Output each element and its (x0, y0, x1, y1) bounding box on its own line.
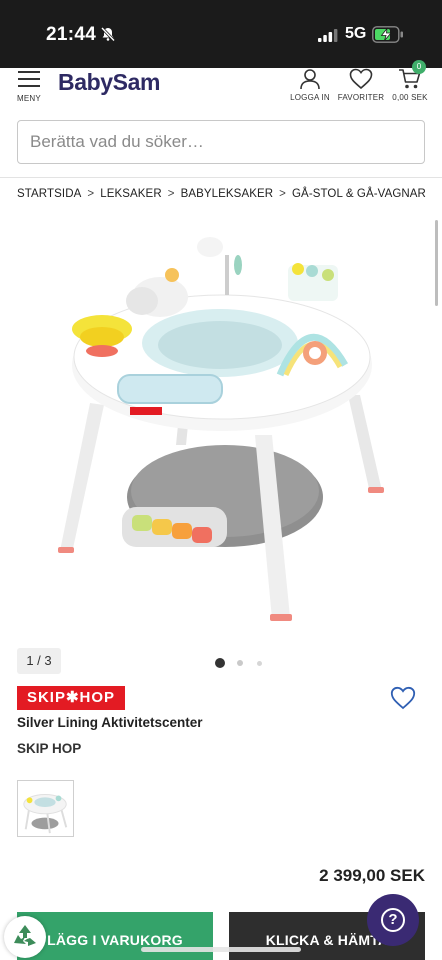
heart-icon (349, 68, 373, 90)
login-button[interactable]: LOGGA IN (289, 68, 331, 102)
breadcrumb-item-home[interactable]: STARTSIDA (17, 188, 81, 200)
skip-hop-brand-logo[interactable]: SKIP✱HOP (17, 686, 125, 710)
header-divider (0, 177, 442, 178)
add-to-cart-button[interactable]: LÄGG I VARUKORG (17, 912, 213, 960)
search-box[interactable] (17, 120, 425, 164)
menu-label: MENY (17, 94, 41, 103)
breadcrumb-separator: > (167, 188, 175, 200)
home-indicator (141, 947, 301, 952)
cart-total: 0,00 SEK (392, 93, 428, 102)
breadcrumb-item-baby-toys[interactable]: BABYLEKSAKER (181, 188, 274, 200)
breadcrumb-separator: > (87, 188, 95, 200)
network-type: 5G (345, 25, 367, 42)
favorites-label: FAVORITER (337, 93, 385, 102)
product-brand[interactable]: SKIP HOP (17, 741, 81, 756)
gallery-dot[interactable] (237, 660, 243, 666)
product-title: Silver Lining Aktivitetscenter (17, 715, 203, 730)
cart-button[interactable]: 0 0,00 SEK (390, 60, 430, 102)
product-image[interactable] (50, 225, 400, 635)
search-input[interactable] (18, 121, 424, 163)
cart-count-badge: 0 (412, 60, 426, 74)
breadcrumb-item-toys[interactable]: LEKSAKER (100, 188, 162, 200)
breadcrumb-separator: > (279, 188, 286, 200)
help-button[interactable]: ? (367, 894, 419, 946)
site-header: MENY BabySam LOGGA IN FAVORITER 0 0,00 S… (0, 60, 442, 112)
add-to-favorites-heart-icon[interactable] (390, 686, 416, 710)
menu-button[interactable]: MENY (16, 68, 46, 108)
page-scrollbar[interactable] (435, 220, 438, 306)
product-thumbnail[interactable] (17, 780, 74, 837)
product-price: 2 399,00 SEK (319, 866, 425, 885)
status-bar: 21:44 5G (0, 0, 442, 68)
babysam-logo[interactable]: BabySam (58, 69, 160, 96)
favorites-button[interactable]: FAVORITER (337, 68, 385, 102)
hamburger-icon (18, 71, 40, 87)
login-label: LOGGA IN (290, 93, 330, 102)
recycle-icon[interactable] (4, 916, 46, 958)
gallery-counter: 1 / 3 (17, 648, 61, 674)
status-time: 21:44 (46, 24, 97, 45)
muted-bell-icon (100, 26, 116, 42)
breadcrumb-item-walkers[interactable]: GÅ-STOL & GÅ-VAGNAR (292, 188, 426, 200)
battery-charging-icon (372, 26, 403, 43)
question-mark-icon: ? (381, 908, 405, 932)
gallery-dot[interactable] (257, 661, 262, 666)
gallery-dot-active[interactable] (215, 658, 225, 668)
signal-icon (318, 29, 338, 42)
user-icon (300, 69, 320, 90)
breadcrumb: STARTSIDA > LEKSAKER > BABYLEKSAKER > GÅ-STOL … (17, 188, 426, 200)
